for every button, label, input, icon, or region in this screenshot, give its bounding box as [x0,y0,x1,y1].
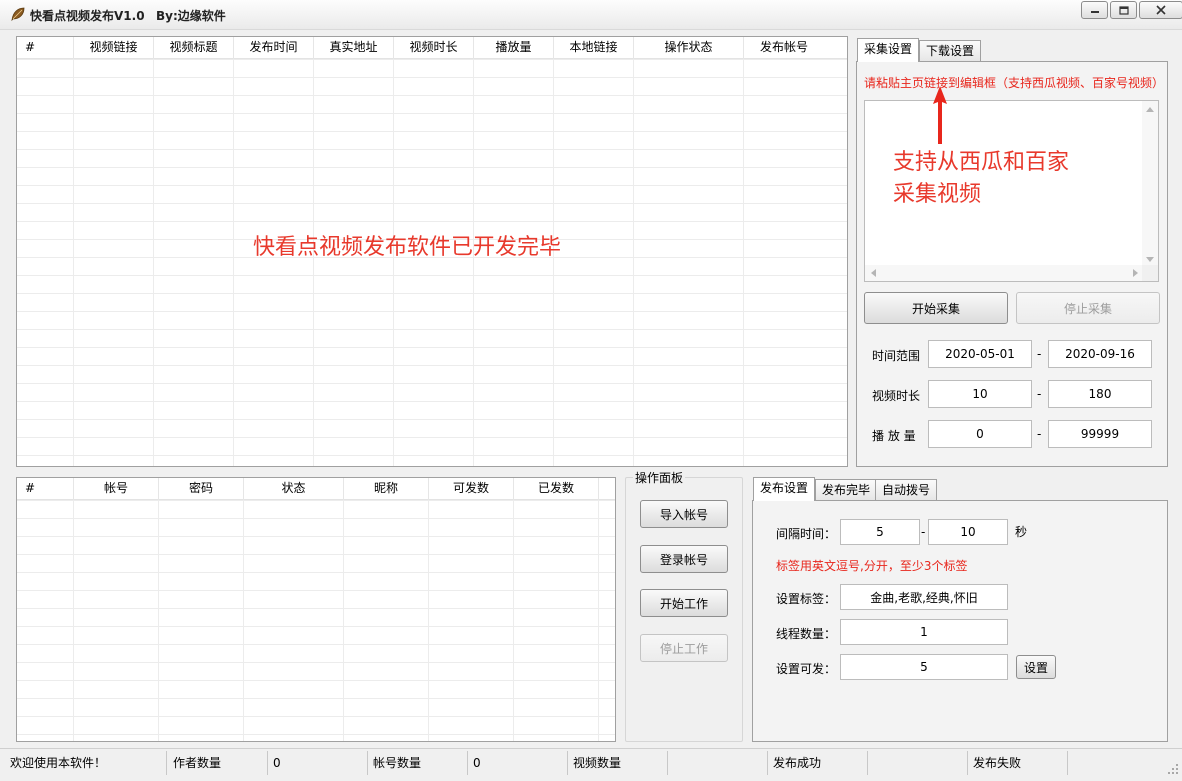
column-header[interactable]: 真实地址 [314,37,394,59]
ops-panel-title: 操作面板 [633,469,686,486]
status-success-label: 发布成功 [768,751,868,775]
scroll-up-icon [1146,107,1154,112]
quota-input[interactable]: 5 [840,654,1008,680]
status-success-value [868,751,968,775]
status-author-count-label: 作者数量 [168,751,268,775]
annotation-line-2: 采集视频 [893,182,982,207]
time-to-input[interactable]: 2020-09-16 [1048,340,1152,368]
duration-from-input[interactable]: 10 [928,380,1032,408]
column-header[interactable]: 播放量 [474,37,554,59]
column-header[interactable]: 操作状态 [634,37,744,59]
tab-publish-settings[interactable]: 发布设置 [753,477,816,501]
resize-grip-icon[interactable] [1167,763,1179,775]
maximize-icon [1118,5,1129,15]
video-table-body [17,59,847,466]
plays-from-input[interactable]: 0 [928,420,1032,448]
annotation-arrow-icon [933,86,947,144]
scroll-right-icon [1133,269,1138,277]
interval-dash: - [921,525,926,539]
column-header[interactable]: 发布时间 [234,37,314,59]
status-bar: 欢迎使用本软件！ 作者数量 0 帐号数量 0 视频数量 发布成功 发布失败 [0,748,1182,781]
tag-note: 标签用英文逗号,分开，至少3个标签 [776,559,968,573]
status-video-count-label: 视频数量 [568,751,668,775]
title-bar: 快看点视频发布V1.0 By:边缘软件 [0,0,1182,30]
account-table-body [17,500,615,741]
minimize-icon [1090,11,1099,13]
close-icon [1156,5,1166,15]
duration-label: 视频时长 [872,389,921,403]
tab-download-settings[interactable]: 下载设置 [919,40,982,62]
status-fail-label: 发布失败 [968,751,1068,775]
plays-to-input[interactable]: 99999 [1048,420,1152,448]
tab-collect-settings[interactable]: 采集设置 [857,38,920,62]
tab-publish-done[interactable]: 发布完毕 [815,479,878,501]
duration-dash: - [1037,387,1042,401]
maximize-button[interactable] [1110,1,1137,19]
start-collect-button[interactable]: 开始采集 [864,292,1008,324]
plays-label: 播 放 量 [872,429,916,443]
column-header[interactable]: 本地链接 [554,37,634,59]
interval-to-input[interactable]: 10 [928,519,1008,545]
interval-from-input[interactable]: 5 [840,519,920,545]
status-account-count: 0 [468,751,568,775]
column-header[interactable]: 视频时长 [394,37,474,59]
video-table-header: # 视频链接 视频标题 发布时间 真实地址 视频时长 播放量 本地链接 操作状态… [17,37,847,59]
column-header[interactable]: 昵称 [344,478,429,500]
annotation-line-1: 支持从西瓜和百家 [893,150,1070,175]
column-header[interactable]: 视频链接 [74,37,154,59]
close-button[interactable] [1139,1,1182,19]
scroll-corner [1142,265,1158,281]
column-header[interactable]: 已发数 [514,478,599,500]
time-from-input[interactable]: 2020-05-01 [928,340,1032,368]
column-header[interactable]: # [17,37,74,59]
status-welcome: 欢迎使用本软件！ [5,751,167,775]
threads-label: 线程数量： [776,627,837,641]
window-controls [1081,1,1182,21]
window-title: 快看点视频发布V1.0 [30,9,145,23]
tab-auto-dial[interactable]: 自动拨号 [875,479,938,501]
scroll-down-icon [1146,257,1154,262]
plays-dash: - [1037,427,1042,441]
interval-label: 间隔时间： [776,527,837,541]
status-account-count-label: 帐号数量 [368,751,468,775]
account-table-header: # 帐号 密码 状态 昵称 可发数 已发数 [17,478,615,500]
stop-work-button[interactable]: 停止工作 [640,634,728,662]
overlay-message: 快看点视频发布软件已开发完毕 [253,235,562,260]
video-table[interactable]: # 视频链接 视频标题 发布时间 真实地址 视频时长 播放量 本地链接 操作状态… [16,36,848,467]
column-header[interactable]: 状态 [244,478,344,500]
column-header[interactable]: 视频标题 [154,37,234,59]
stop-collect-button[interactable]: 停止采集 [1016,292,1160,324]
time-range-dash: - [1037,347,1042,361]
window-author: By:边缘软件 [156,9,226,23]
tags-input[interactable]: 金曲,老歌,经典,怀旧 [840,584,1008,610]
column-header[interactable]: 密码 [159,478,244,500]
leaf-icon [11,7,25,22]
horizontal-scrollbar[interactable] [865,265,1144,281]
login-accounts-button[interactable]: 登录帐号 [640,545,728,573]
time-range-label: 时间范围 [872,349,921,363]
column-header[interactable]: 可发数 [429,478,514,500]
column-header[interactable]: # [17,478,74,500]
minimize-button[interactable] [1081,1,1108,19]
tags-label: 设置标签： [776,592,837,606]
import-accounts-button[interactable]: 导入帐号 [640,500,728,528]
vertical-scrollbar[interactable] [1142,101,1158,267]
status-video-count [668,751,768,775]
threads-input[interactable]: 1 [840,619,1008,645]
duration-to-input[interactable]: 180 [1048,380,1152,408]
quota-label: 设置可发： [776,662,837,676]
column-header[interactable]: 发布帐号 [744,37,824,59]
interval-unit: 秒 [1015,525,1028,539]
scroll-left-icon [871,269,876,277]
start-work-button[interactable]: 开始工作 [640,589,728,617]
set-quota-button[interactable]: 设置 [1016,655,1056,679]
account-table[interactable]: # 帐号 密码 状态 昵称 可发数 已发数 [16,477,616,742]
status-author-count: 0 [268,751,368,775]
collect-instruction: 请粘贴主页链接到编辑框（支持西瓜视频、百家号视频） [864,76,1165,90]
column-header[interactable]: 帐号 [74,478,159,500]
